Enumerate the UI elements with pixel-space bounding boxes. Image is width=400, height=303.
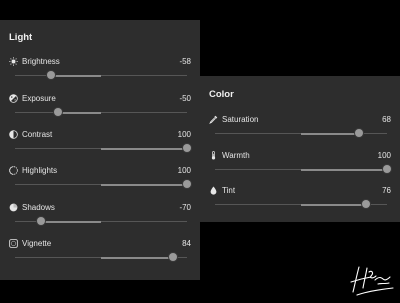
slider-thumb[interactable] <box>183 144 191 152</box>
highlights-icon <box>9 166 18 175</box>
slider-track <box>15 75 187 76</box>
slider-fill <box>101 183 187 186</box>
shadows-slider[interactable] <box>15 217 187 226</box>
tint-slider[interactable] <box>215 200 387 209</box>
light-panel: Light Brightness -58 Exposure -50 Contra… <box>0 20 200 280</box>
saturation-slider[interactable] <box>215 129 387 138</box>
slider-track <box>15 112 187 113</box>
exposure-label: Exposure <box>22 94 56 103</box>
slider-thumb[interactable] <box>169 253 178 261</box>
slider-thumb[interactable] <box>47 71 56 79</box>
exposure-row: Exposure -50 <box>0 94 200 126</box>
warmth-value: 100 <box>377 151 391 160</box>
tint-label: Tint <box>222 186 236 195</box>
brightness-icon <box>9 57 18 66</box>
exposure-icon <box>9 94 18 103</box>
saturation-row: Saturation 68 <box>200 115 400 147</box>
shadows-row: Shadows -70 <box>0 203 200 235</box>
slider-fill <box>101 256 174 259</box>
brightness-slider[interactable] <box>15 71 187 80</box>
exposure-slider[interactable] <box>15 108 187 117</box>
saturation-value: 68 <box>382 115 391 124</box>
warmth-slider[interactable] <box>215 165 391 174</box>
slider-thumb[interactable] <box>362 200 371 208</box>
slider-thumb[interactable] <box>355 129 364 137</box>
slider-thumb[interactable] <box>54 108 62 116</box>
shadows-value: -70 <box>179 203 191 212</box>
highlights-value: 100 <box>177 166 191 175</box>
vignette-slider[interactable] <box>15 253 187 262</box>
slider-fill <box>301 132 360 135</box>
contrast-label: Contrast <box>22 130 53 139</box>
exposure-value: -50 <box>179 94 191 103</box>
saturation-icon <box>209 115 218 124</box>
slider-thumb[interactable] <box>36 217 45 225</box>
slider-fill <box>101 147 187 150</box>
contrast-slider[interactable] <box>15 144 191 153</box>
slider-thumb[interactable] <box>183 180 191 188</box>
slider-fill <box>301 168 387 171</box>
tint-row: Tint 76 <box>200 186 400 218</box>
vignette-label: Vignette <box>22 239 52 248</box>
tint-icon <box>209 186 218 195</box>
highlights-row: Highlights 100 <box>0 166 200 198</box>
vignette-value: 84 <box>182 239 191 248</box>
slider-fill <box>51 74 101 77</box>
shadows-label: Shadows <box>22 203 55 212</box>
tint-value: 76 <box>382 186 391 195</box>
slider-fill <box>40 220 101 223</box>
brightness-row: Brightness -58 <box>0 57 200 89</box>
contrast-icon <box>9 130 18 139</box>
color-panel: Color Saturation 68 Warmth 100 Tint 76 <box>200 76 400 222</box>
light-panel-title: Light <box>9 32 33 43</box>
warmth-label: Warmth <box>222 151 250 160</box>
slider-thumb[interactable] <box>383 165 391 173</box>
warmth-row: Warmth 100 <box>200 151 400 183</box>
slider-fill <box>301 203 367 206</box>
brightness-label: Brightness <box>22 57 60 66</box>
color-panel-title: Color <box>209 89 234 100</box>
highlights-slider[interactable] <box>15 180 191 189</box>
vignette-row: Vignette 84 <box>0 239 200 271</box>
slider-fill <box>58 111 101 114</box>
signature-watermark <box>345 262 397 298</box>
highlights-label: Highlights <box>22 166 58 175</box>
shadows-icon <box>9 203 18 212</box>
warmth-icon <box>209 151 218 160</box>
saturation-label: Saturation <box>222 115 259 124</box>
contrast-row: Contrast 100 <box>0 130 200 162</box>
contrast-value: 100 <box>177 130 191 139</box>
vignette-icon <box>9 239 18 248</box>
brightness-value: -58 <box>179 57 191 66</box>
